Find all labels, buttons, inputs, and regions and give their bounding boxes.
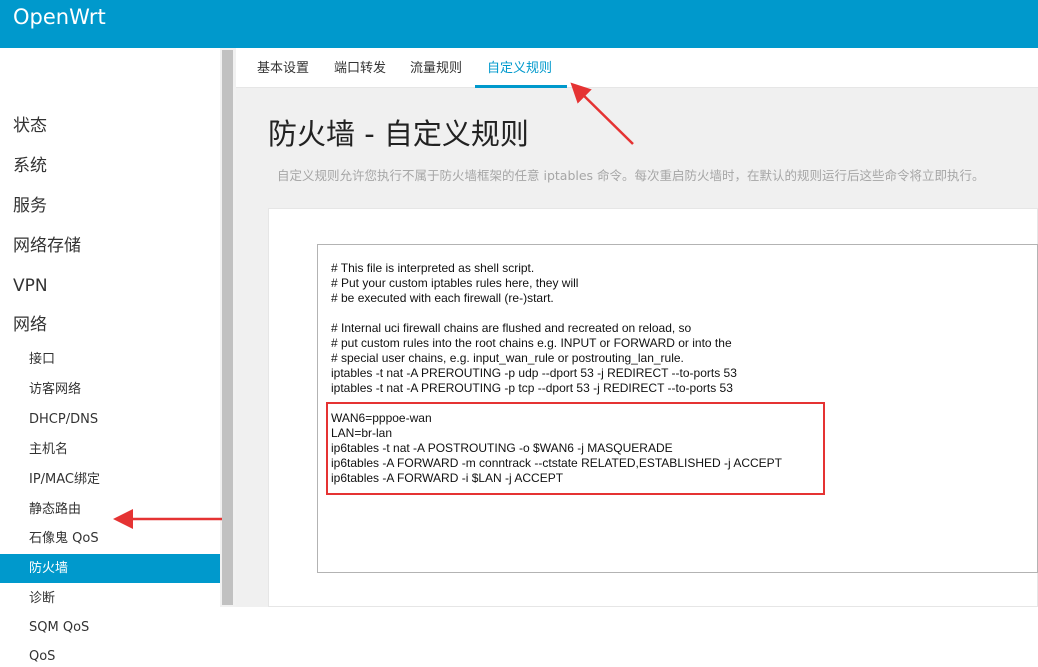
- tab-basic-settings[interactable]: 基本设置: [257, 60, 309, 78]
- sidebar-item-interfaces[interactable]: 接口: [29, 350, 55, 370]
- code-line: # Internal uci firewall chains are flush…: [331, 321, 692, 335]
- sidebar-item-static-routes[interactable]: 静态路由: [29, 500, 81, 520]
- active-tab-indicator: [475, 85, 567, 88]
- sidebar-item-sqm-qos[interactable]: SQM QoS: [29, 618, 89, 638]
- menu-nas[interactable]: 网络存储: [13, 234, 81, 258]
- sidebar-item-dhcp-dns[interactable]: DHCP/DNS: [29, 410, 98, 430]
- top-header: OpenWrt: [0, 0, 1038, 48]
- brand-logo[interactable]: OpenWrt: [13, 3, 106, 31]
- menu-status[interactable]: 状态: [13, 114, 47, 138]
- page-description: 自定义规则允许您执行不属于防火墙框架的任意 iptables 命令。每次重启防火…: [277, 168, 985, 183]
- code-line: # This file is interpreted as shell scri…: [331, 261, 535, 275]
- tab-traffic-rules[interactable]: 流量规则: [410, 60, 462, 78]
- menu-system[interactable]: 系统: [13, 154, 47, 178]
- sidebar-item-diagnostics[interactable]: 诊断: [29, 589, 55, 609]
- page-title: 防火墙 - 自定义规则: [268, 117, 529, 151]
- code-line: iptables -t nat -A PREROUTING -p tcp --d…: [331, 381, 733, 395]
- code-line: # be executed with each firewall (re-)st…: [331, 291, 554, 305]
- sidebar-item-gargoyle-qos[interactable]: 石像鬼 QoS: [29, 529, 99, 549]
- sidebar: 状态 系统 服务 网络存储 VPN 网络 接口 访客网络 DHCP/DNS 主机…: [0, 48, 220, 664]
- code-line: # Put your custom iptables rules here, t…: [331, 276, 579, 290]
- code-line: # special user chains, e.g. input_wan_ru…: [331, 351, 684, 365]
- sidebar-item-hostnames[interactable]: 主机名: [29, 440, 68, 460]
- sidebar-item-ip-mac-binding[interactable]: IP/MAC绑定: [29, 470, 100, 490]
- menu-vpn[interactable]: VPN: [13, 274, 48, 298]
- sidebar-item-guest-network[interactable]: 访客网络: [29, 380, 81, 400]
- menu-services[interactable]: 服务: [13, 194, 47, 218]
- tab-port-forwards[interactable]: 端口转发: [334, 60, 386, 78]
- sidebar-item-firewall[interactable]: 防火墙: [29, 559, 68, 579]
- sidebar-item-qos[interactable]: QoS: [29, 647, 55, 667]
- annotation-highlight-box: [326, 402, 825, 495]
- menu-network[interactable]: 网络: [13, 313, 47, 337]
- code-line: # put custom rules into the root chains …: [331, 336, 732, 350]
- sidebar-scrollbar-thumb[interactable]: [222, 50, 233, 605]
- code-line: iptables -t nat -A PREROUTING -p udp --d…: [331, 366, 737, 380]
- tab-custom-rules[interactable]: 自定义规则: [487, 60, 552, 78]
